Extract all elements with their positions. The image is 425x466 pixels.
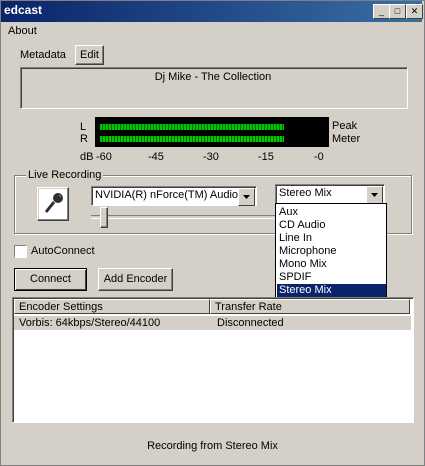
- scale-tick: -60: [96, 151, 112, 163]
- source-option-cd-audio[interactable]: CD Audio: [277, 219, 386, 232]
- device-dropdown-button[interactable]: [238, 188, 255, 206]
- scale-tick: -30: [203, 151, 219, 163]
- metadata-label: Metadata: [20, 49, 66, 61]
- chevron-down-icon: [371, 193, 378, 197]
- minimize-button[interactable]: _: [373, 4, 390, 19]
- microphone-button[interactable]: [37, 187, 69, 221]
- volume-slider-thumb[interactable]: [100, 207, 108, 228]
- transfer-rate-cell: Disconnected: [217, 317, 284, 329]
- microphone-icon: [39, 189, 67, 219]
- window-title: edcast: [4, 3, 43, 17]
- autoconnect-checkbox[interactable]: [14, 245, 27, 258]
- add-encoder-button[interactable]: Add Encoder: [98, 268, 173, 291]
- db-label: dB: [80, 151, 94, 163]
- encoder-settings-cell: Vorbis: 64kbps/Stereo/44100: [19, 317, 161, 329]
- meter-left-bar: [100, 124, 284, 130]
- meter-left-label: L: [80, 121, 87, 133]
- source-select-value: Stereo Mix: [279, 187, 332, 199]
- column-header-encoder-settings[interactable]: Encoder Settings: [14, 299, 210, 314]
- source-dropdown-button[interactable]: [366, 186, 383, 204]
- scale-tick: -0: [314, 151, 324, 163]
- close-button[interactable]: ✕: [406, 4, 423, 19]
- meter-right-bar: [100, 136, 284, 142]
- edit-metadata-button[interactable]: Edit: [75, 45, 104, 65]
- status-text: Recording from Stereo Mix: [147, 440, 278, 452]
- encoder-list[interactable]: Encoder Settings Transfer Rate Vorbis: 6…: [12, 297, 414, 423]
- source-select[interactable]: Stereo Mix: [275, 184, 385, 204]
- column-header-transfer-rate[interactable]: Transfer Rate: [210, 299, 410, 314]
- scale-tick: -45: [148, 151, 164, 163]
- maximize-button[interactable]: □: [389, 4, 406, 19]
- live-recording-label: Live Recording: [26, 169, 104, 181]
- menu-about[interactable]: About: [8, 25, 37, 37]
- peak-meter: [95, 117, 329, 147]
- source-option-mono-mix[interactable]: Mono Mix: [277, 258, 386, 271]
- meter-label: Meter: [332, 133, 361, 145]
- source-option-line-in[interactable]: Line In: [277, 232, 386, 245]
- connect-button[interactable]: Connect: [14, 268, 87, 291]
- source-dropdown-list[interactable]: Aux CD Audio Line In Microphone Mono Mix…: [275, 203, 387, 299]
- title-bar[interactable]: [1, 1, 422, 22]
- device-select[interactable]: NVIDIA(R) nForce(TM) Audio: [91, 186, 257, 206]
- meter-right-label: R: [80, 133, 88, 145]
- table-row[interactable]: Vorbis: 64kbps/Stereo/44100 Disconnected: [14, 316, 411, 330]
- peak-label: Peak: [332, 120, 358, 132]
- source-option-microphone[interactable]: Microphone: [277, 245, 386, 258]
- source-option-aux[interactable]: Aux: [277, 206, 386, 219]
- metadata-text: Dj Mike - The Collection: [154, 71, 272, 83]
- chevron-down-icon: [243, 195, 250, 199]
- source-option-spdif[interactable]: SPDIF: [277, 271, 386, 284]
- volume-slider-track[interactable]: [91, 215, 275, 219]
- autoconnect-label: AutoConnect: [31, 245, 95, 257]
- device-select-value: NVIDIA(R) nForce(TM) Audio: [95, 189, 239, 201]
- source-option-stereo-mix[interactable]: Stereo Mix: [277, 284, 386, 297]
- scale-tick: -15: [258, 151, 274, 163]
